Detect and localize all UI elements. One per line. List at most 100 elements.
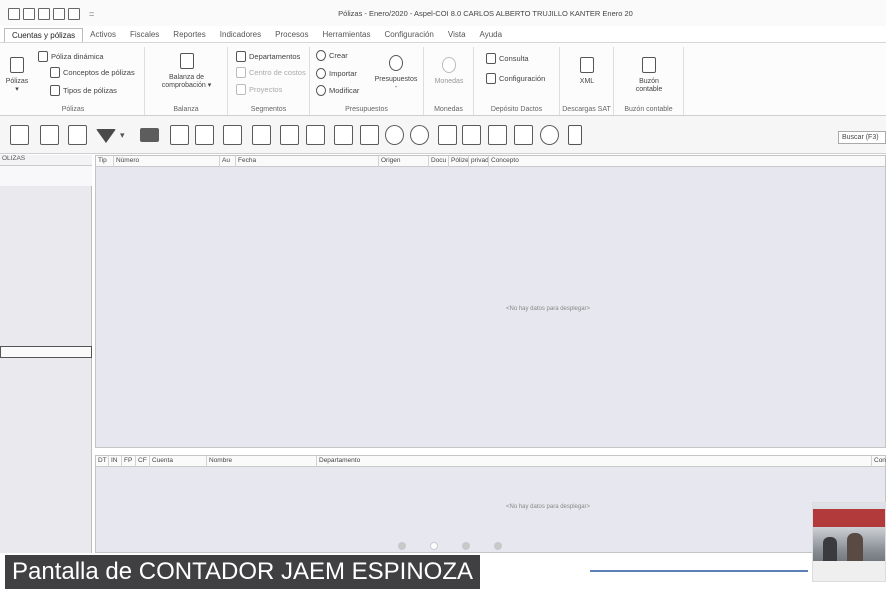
poliza-dinamica-button[interactable]: Póliza dinámica	[38, 51, 104, 62]
movimientos-grid[interactable]: DT IN FP CF Cuenta Nombre Departamento C…	[95, 455, 886, 553]
projects-icon	[236, 84, 246, 95]
col-fp[interactable]: FP	[121, 456, 135, 467]
filter-dropdown-icon[interactable]: ▾	[120, 130, 125, 141]
col-docu[interactable]: Docu	[428, 156, 448, 167]
search-report-icon[interactable]	[360, 125, 379, 145]
col-concepto-short[interactable]: Con	[871, 456, 886, 467]
xml-button[interactable]: XML	[566, 57, 608, 86]
col-fecha[interactable]: Fecha	[235, 156, 378, 167]
slide-dot-active[interactable]	[430, 542, 438, 550]
tab-procesos[interactable]: Procesos	[268, 28, 315, 42]
tab-reportes[interactable]: Reportes	[166, 28, 212, 42]
refresh-currency-icon[interactable]	[410, 125, 429, 145]
left-panel-block[interactable]	[0, 346, 92, 358]
group-label-segmentos: Segmentos	[250, 106, 287, 113]
slide-dot[interactable]	[462, 542, 470, 550]
new-document-icon[interactable]	[10, 125, 29, 145]
hierarchy-icon[interactable]	[488, 125, 507, 145]
currency-icon	[442, 57, 456, 73]
duplicate-document-icon[interactable]	[68, 125, 87, 145]
monedas-button[interactable]: Monedas	[428, 57, 470, 86]
consulta-button[interactable]: Consulta	[486, 53, 529, 64]
thumb-red-wall	[813, 509, 885, 527]
col-tip[interactable]: Tip	[96, 156, 113, 167]
buzon-contable-button[interactable]: Buzón contable	[622, 57, 676, 94]
webcam-thumbnail	[812, 502, 886, 582]
slide-dot[interactable]	[398, 542, 406, 550]
cost-center-icon	[236, 67, 246, 78]
window-title: Pólizas - Enero/2020 - Aspel-COI 8.0 CAR…	[338, 9, 633, 18]
col-numero[interactable]: Número	[113, 156, 219, 167]
exit-door-icon[interactable]	[568, 125, 582, 145]
balanza-de-comprobacion-button[interactable]: Balanza de comprobación ▾	[149, 53, 224, 90]
export-icon[interactable]	[195, 125, 214, 145]
tab-vista[interactable]: Vista	[441, 28, 473, 42]
filter-icon[interactable]	[96, 129, 116, 143]
group-balanza: Balanza de comprobación ▾ Balanza	[145, 47, 228, 115]
scale-icon	[179, 53, 194, 69]
col-in[interactable]: IN	[108, 456, 121, 467]
slide-dot[interactable]	[494, 542, 502, 550]
presupuestos-button[interactable]: Presupuestos -	[370, 55, 422, 92]
crear-button[interactable]: Crear	[316, 50, 348, 61]
group-deposito-dactos: Consulta Configuración Depósito Dactos	[474, 47, 560, 115]
report-icon[interactable]	[280, 125, 299, 145]
col-privada[interactable]: privad	[468, 156, 488, 167]
accent-line	[590, 570, 808, 572]
chart-report-icon[interactable]	[334, 125, 353, 145]
dynamic-policy-icon	[38, 51, 48, 62]
group-presupuestos: Crear Importar Modificar Presupuestos - …	[310, 47, 424, 115]
toolbar: ▾ Buscar (F3)	[0, 116, 886, 154]
movimientos-grid-header: DT IN FP CF Cuenta Nombre Departamento C…	[96, 456, 886, 467]
col-cf[interactable]: CF	[135, 456, 149, 467]
polizas-grid[interactable]: Tip Número Au Fecha Origen Docu Pólize p…	[95, 155, 886, 448]
copy-document-icon[interactable]	[40, 125, 59, 145]
left-panel-selected-row[interactable]	[0, 166, 92, 186]
print-icon[interactable]	[140, 128, 159, 142]
tag-icon[interactable]	[438, 125, 457, 145]
tab-herramientas[interactable]: Herramientas	[315, 28, 377, 42]
tab-ayuda[interactable]: Ayuda	[473, 28, 510, 42]
search-input[interactable]: Buscar (F3)	[838, 131, 886, 144]
col-poliza[interactable]: Pólize	[448, 156, 468, 167]
import-budget-icon	[316, 68, 326, 79]
document-format-icon[interactable]	[252, 125, 271, 145]
list-icon[interactable]	[514, 125, 533, 145]
tab-fiscales[interactable]: Fiscales	[123, 28, 166, 42]
col-au[interactable]: Au	[219, 156, 235, 167]
group-label-deposito: Depósito Dactos	[490, 106, 543, 113]
tipos-de-polizas-button[interactable]: Tipos de pólizas	[50, 85, 117, 96]
configuracion-deposito-button[interactable]: Configuración	[486, 73, 545, 84]
create-budget-icon	[316, 50, 326, 61]
departamentos-button[interactable]: Departamentos	[236, 51, 300, 62]
tab-indicadores[interactable]: Indicadores	[213, 28, 268, 42]
ribbon: Pólizas ▾ Póliza dinámica Conceptos de p…	[0, 42, 886, 116]
concepts-icon	[50, 67, 60, 78]
tab-activos[interactable]: Activos	[83, 28, 123, 42]
thumb-table	[813, 561, 885, 581]
tab-cuentas-y-polizas[interactable]: Cuentas y pólizas	[4, 28, 84, 42]
xml-document-icon[interactable]	[462, 125, 481, 145]
group-polizas: Pólizas ▾ Póliza dinámica Conceptos de p…	[2, 47, 145, 115]
consult-icon	[486, 53, 496, 64]
polizas-button[interactable]: Pólizas ▾	[5, 57, 29, 94]
col-departamento[interactable]: Departamento	[316, 456, 871, 467]
col-origen[interactable]: Origen	[378, 156, 428, 167]
proyectos-button[interactable]: Proyectos	[236, 84, 282, 95]
col-concepto[interactable]: Concepto	[488, 156, 886, 167]
tab-configuracion[interactable]: Configuración	[378, 28, 441, 42]
paste-icon[interactable]	[170, 125, 189, 145]
currency-convert-icon[interactable]	[385, 125, 404, 145]
modificar-button[interactable]: Modificar	[316, 85, 359, 96]
col-cuenta[interactable]: Cuenta	[149, 456, 206, 467]
help-icon[interactable]	[540, 125, 559, 145]
centro-de-costos-button[interactable]: Centro de costos	[236, 67, 306, 78]
policy-types-icon	[50, 85, 60, 96]
conceptos-de-polizas-button[interactable]: Conceptos de pólizas	[50, 67, 135, 78]
ribbon-tabs: Cuentas y pólizas Activos Fiscales Repor…	[0, 26, 886, 42]
col-dt[interactable]: DT	[96, 456, 108, 467]
col-nombre[interactable]: Nombre	[206, 456, 316, 467]
import-icon[interactable]	[223, 125, 242, 145]
report-edit-icon[interactable]	[306, 125, 325, 145]
importar-button[interactable]: Importar	[316, 68, 357, 79]
